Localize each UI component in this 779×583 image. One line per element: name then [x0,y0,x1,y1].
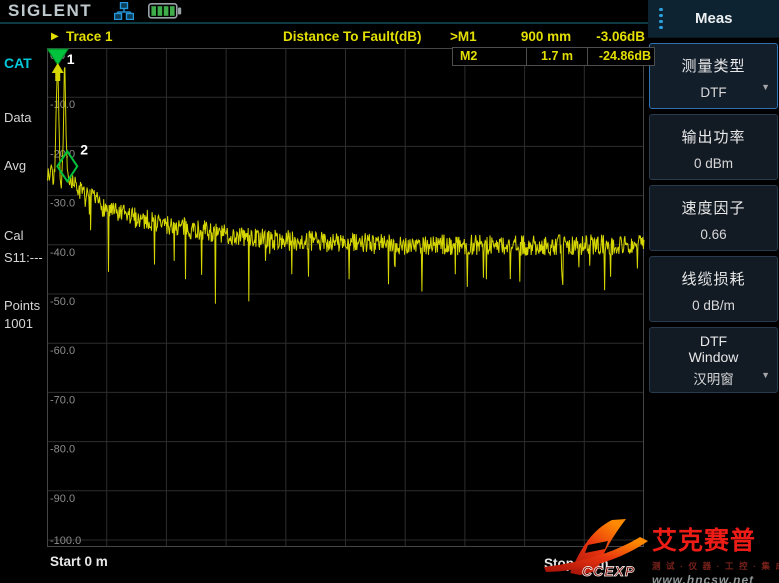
marker1-label: >M1 [450,29,477,44]
mode-label: CAT [4,55,32,71]
svg-text:-80.0: -80.0 [50,444,75,456]
menu-item-title: 速度因子 [650,197,777,218]
points-value: 1001 [4,316,33,331]
menu-item-value: 0 dB/m [650,298,777,313]
trace-indicator-icon: ▶ [51,31,59,42]
svg-text:-40.0: -40.0 [50,247,75,259]
menu-item-cable-loss[interactable]: 线缆损耗 0 dB/m [649,256,778,322]
menu-item-value: DTF [650,85,777,100]
trace-name[interactable]: Trace 1 [66,29,113,44]
x-axis-stop-label: Stop 50 m [544,556,609,571]
lan-network-icon [114,2,134,20]
chevron-down-icon[interactable]: ▼ [761,82,770,92]
menu-item-title-line1: DTF [650,333,777,349]
avg-label: Avg [4,158,26,173]
svg-text:-10.0: -10.0 [50,99,75,111]
menu-item-dtf-window[interactable]: DTF Window 汉明窗 ▼ [649,327,778,393]
menu-item-output-power[interactable]: 输出功率 0 dBm [649,114,778,180]
menu-header: Meas [648,0,779,38]
menu-item-meas-type[interactable]: 测量类型 DTF ▼ [649,43,778,109]
svg-text:-100.0: -100.0 [50,535,81,547]
siglent-logo: SIGLENT [8,1,92,21]
points-label: Points [4,298,40,313]
marker2-amplitude: -24.86dB [588,48,654,65]
menu-title: Meas [663,10,766,27]
menu-item-value: 0 dBm [650,156,777,171]
marker1-distance: 900 mm [506,29,586,44]
svg-text:-90.0: -90.0 [50,493,75,505]
menu-item-title-line2: Window [650,349,777,365]
chevron-down-icon[interactable]: ▼ [761,370,770,380]
x-axis-start-label: Start 0 m [50,554,108,569]
svg-text:1: 1 [67,51,75,67]
marker2-readout: M2 1.7 m -24.86dB [452,47,655,66]
analyzer-screen: SIGLENT CAT Data Avg Cal S11:--- Points … [0,0,779,583]
left-status-sidebar: CAT Data Avg Cal S11:--- Points 1001 [0,24,46,583]
marker2-label: M2 [453,48,527,65]
s11-status: S11:--- [4,250,43,265]
menu-item-value: 汉明窗 [650,368,777,388]
marker2-distance: 1.7 m [527,48,588,65]
marker1-amplitude: -3.06dB [596,29,645,44]
data-label: Data [4,110,31,125]
menu-item-velocity-factor[interactable]: 速度因子 0.66 [649,185,778,251]
svg-text:-70.0: -70.0 [50,394,75,406]
trace-header: ▶ Trace 1 Distance To Fault(dB) >M1 900 … [46,28,648,47]
cal-label: Cal [4,228,24,243]
trace-plot: 0.0-10.0-20.0-30.0-40.0-50.0-60.0-70.0-8… [47,48,645,548]
menu-item-title: 输出功率 [650,126,777,147]
menu-item-value: 0.66 [650,227,777,242]
title-bar: SIGLENT [0,0,648,24]
menu-item-title: 测量类型 [650,55,777,76]
dtf-chart: 0.0-10.0-20.0-30.0-40.0-50.0-60.0-70.0-8… [47,48,645,548]
meas-menu-panel: Meas 测量类型 DTF ▼ 输出功率 0 dBm 速度因子 0.66 线缆损… [648,0,779,583]
measurement-title: Distance To Fault(dB) [283,29,422,44]
menu-item-title: 线缆损耗 [650,268,777,289]
svg-text:-30.0: -30.0 [50,198,75,210]
svg-text:2: 2 [80,141,88,157]
battery-icon [148,3,182,19]
svg-text:-50.0: -50.0 [50,296,75,308]
svg-text:-60.0: -60.0 [50,345,75,357]
